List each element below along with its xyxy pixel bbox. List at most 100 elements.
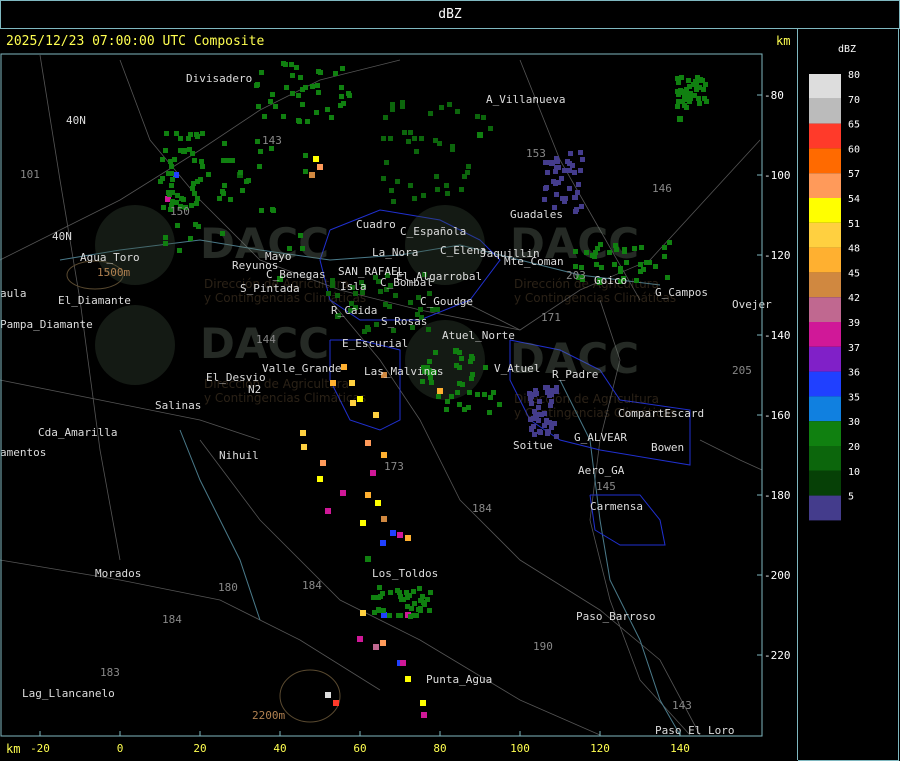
weak-echo — [254, 83, 259, 88]
x-tick-label: 20 — [193, 742, 206, 755]
weak-echo — [388, 590, 393, 595]
convective-cell — [375, 500, 381, 506]
weak-echo — [487, 410, 492, 415]
legend-swatch — [809, 396, 841, 422]
weak-echo — [164, 131, 169, 136]
axes: -20 0 20 40 60 80 100 120 140-80-100-120-140-160… — [0, 53, 791, 755]
place-label: 40N — [66, 114, 86, 127]
legend-swatch — [809, 123, 841, 149]
weak-echo — [169, 183, 174, 188]
weak-echo — [682, 97, 687, 102]
convective-cell — [405, 535, 411, 541]
radar-cell — [301, 444, 307, 450]
weak-echo — [378, 289, 383, 294]
place-label: E_Escurial — [342, 337, 408, 350]
place-label: 145 — [596, 480, 616, 493]
legend-value: 36 — [848, 368, 860, 379]
weak-echo — [665, 275, 670, 280]
weak-echo — [220, 231, 225, 236]
convective-cell — [350, 400, 356, 406]
weak-echo — [178, 136, 183, 141]
place-label: 184 — [472, 502, 492, 515]
convective-cell — [370, 470, 376, 476]
weak-echo — [383, 302, 388, 307]
weak-echo — [554, 192, 559, 197]
km-label-bottom: km — [6, 742, 21, 756]
y-tick-label: -100 — [764, 169, 791, 182]
y-tick-label: -220 — [764, 649, 791, 662]
weak-echo — [160, 157, 165, 162]
weak-echo — [436, 394, 441, 399]
radar-cell — [325, 508, 331, 514]
weak-echo — [667, 240, 672, 245]
weak-echo — [160, 176, 165, 181]
weak-echo — [273, 104, 278, 109]
weak-echo — [371, 595, 376, 600]
place-label: N2 — [248, 383, 261, 396]
weak-echo — [613, 243, 618, 248]
legend-value: 5 — [848, 492, 854, 503]
weak-echo — [303, 169, 308, 174]
road-line — [0, 559, 381, 691]
weak-echo — [454, 363, 459, 368]
weak-echo — [466, 164, 471, 169]
place-label: Bowen — [651, 441, 684, 454]
weak-echo — [406, 139, 411, 144]
weak-echo — [326, 291, 331, 296]
x-tick-label: -20 — [30, 742, 50, 755]
legend-swatch — [809, 495, 841, 521]
place-label: 171 — [541, 311, 561, 324]
weak-echo — [469, 354, 474, 359]
place-label: S_Rosas — [381, 315, 427, 328]
weak-echo — [206, 172, 211, 177]
weak-echo — [567, 168, 572, 173]
weak-echo — [339, 94, 344, 99]
weak-echo — [310, 84, 315, 89]
x-tick-label: 120 — [590, 742, 610, 755]
convective-cell — [380, 640, 386, 646]
weak-echo — [393, 293, 398, 298]
weak-echo — [256, 104, 261, 109]
convective-cell — [360, 520, 366, 526]
place-label: 2200m — [252, 709, 285, 722]
place-label: Paso_El_Loro — [655, 724, 734, 737]
weak-echo — [194, 201, 199, 206]
legend-value: 60 — [848, 144, 860, 155]
weak-echo — [192, 191, 197, 196]
radar-cell — [357, 396, 363, 402]
weak-echo — [172, 157, 177, 162]
x-tick-label: 80 — [433, 742, 446, 755]
weak-echo — [573, 249, 578, 254]
place-label: Cda_Amarilla — [38, 426, 117, 439]
place-label: 153 — [526, 147, 546, 160]
weak-echo — [238, 170, 243, 175]
weak-echo — [675, 104, 680, 109]
y-tick-label: -140 — [764, 329, 791, 342]
weak-echo — [346, 91, 351, 96]
legend-value: 37 — [848, 343, 860, 354]
weak-echo — [281, 114, 286, 119]
place-label: CompartEscard — [618, 407, 704, 420]
y-tick-label: -180 — [764, 489, 791, 502]
place-label: 184 — [162, 613, 182, 626]
place-label: Salinas — [155, 399, 201, 412]
place-label: Soitue — [513, 439, 553, 452]
weak-echo — [545, 429, 550, 434]
weak-echo — [445, 399, 450, 404]
convective-cell — [340, 490, 346, 496]
weak-echo — [686, 78, 691, 83]
weak-echo — [414, 149, 419, 154]
weak-echo — [702, 96, 707, 101]
radar-cell — [397, 532, 403, 538]
x-tick-label: 140 — [670, 742, 690, 755]
weak-echo — [400, 100, 405, 105]
weak-echo — [434, 174, 439, 179]
weak-echo — [409, 606, 414, 611]
weak-echo — [225, 158, 230, 163]
place-label: R_Padre — [552, 368, 598, 381]
weak-echo — [550, 388, 555, 393]
convective-cell — [380, 540, 386, 546]
weak-echo — [290, 91, 295, 96]
weak-echo — [537, 399, 542, 404]
weak-echo — [444, 183, 449, 188]
